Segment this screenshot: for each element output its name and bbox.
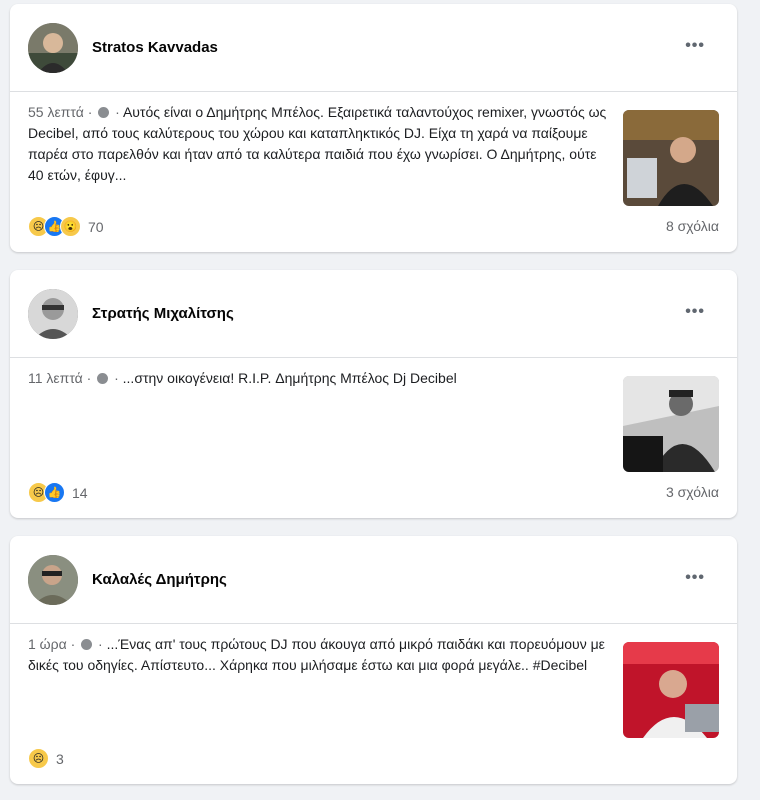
more-options-icon[interactable]: •••: [685, 570, 705, 586]
post-header: Στρατής Μιχαλίτσης •••: [10, 270, 737, 358]
avatar[interactable]: [28, 554, 78, 605]
separator: ·: [114, 370, 119, 386]
sad-reaction-icon: ☹: [28, 748, 49, 769]
post-body: 55 λεπτά · · Αυτός είναι ο Δημήτρης Μπέλ…: [10, 92, 737, 206]
post-footer: ☹ 👍 😮 70 8 σχόλια: [10, 200, 737, 252]
globe-icon: [98, 107, 110, 118]
separator: ·: [86, 370, 92, 386]
post-footer: ☹ 👍 14 3 σχόλια: [10, 466, 737, 518]
post-card: Στρατής Μιχαλίτσης ••• 11 λεπτά · · ...σ…: [10, 270, 737, 518]
post-card: Καλαλές Δημήτρης ••• 1 ώρα · · ...Ένας α…: [10, 536, 737, 784]
wow-reaction-icon: 😮: [60, 216, 81, 237]
more-options-icon[interactable]: •••: [685, 304, 705, 320]
separator: ·: [87, 104, 93, 120]
post-card: Stratos Kavvadas ••• 55 λεπτά · · Αυτός …: [10, 4, 737, 252]
post-author[interactable]: Stratos Kavvadas: [92, 39, 218, 56]
post-image[interactable]: [623, 642, 719, 738]
post-body: 1 ώρα · · ...Ένας απ' τους πρώτους DJ πο…: [10, 624, 737, 738]
globe-icon: [97, 373, 109, 384]
post-text: ...Ένας απ' τους πρώτους DJ που άκουγα α…: [28, 636, 605, 673]
post-author[interactable]: Καλαλές Δημήτρης: [92, 571, 227, 588]
post-author[interactable]: Στρατής Μιχαλίτσης: [92, 305, 234, 322]
reactions-summary[interactable]: ☹ 3: [28, 748, 64, 769]
post-time[interactable]: 1 ώρα: [28, 636, 67, 652]
avatar[interactable]: [28, 288, 78, 339]
reaction-count: 14: [72, 484, 88, 501]
more-options-icon[interactable]: •••: [685, 38, 705, 54]
post-time[interactable]: 55 λεπτά: [28, 104, 84, 120]
post-time[interactable]: 11 λεπτά: [28, 370, 83, 386]
separator: ·: [115, 104, 120, 120]
globe-icon: [81, 639, 93, 650]
reactions-summary[interactable]: ☹ 👍 14: [28, 482, 88, 503]
post-body: 11 λεπτά · · ...στην οικογένεια! R.I.P. …: [10, 358, 737, 472]
reactions-summary[interactable]: ☹ 👍 😮 70: [28, 216, 104, 237]
separator: ·: [70, 636, 76, 652]
post-image[interactable]: [623, 376, 719, 472]
post-header: Stratos Kavvadas •••: [10, 4, 737, 92]
avatar[interactable]: [28, 22, 78, 73]
reaction-count: 3: [56, 750, 64, 767]
reaction-count: 70: [88, 218, 104, 235]
post-image[interactable]: [623, 110, 719, 206]
like-reaction-icon: 👍: [44, 482, 65, 503]
post-header: Καλαλές Δημήτρης •••: [10, 536, 737, 624]
separator: ·: [98, 636, 103, 652]
comments-link[interactable]: 8 σχόλια: [666, 218, 719, 234]
comments-link[interactable]: 3 σχόλια: [666, 484, 719, 500]
post-text: ...στην οικογένεια! R.I.P. Δημήτρης Μπέλ…: [122, 370, 457, 386]
post-footer: ☹ 3: [10, 732, 737, 784]
